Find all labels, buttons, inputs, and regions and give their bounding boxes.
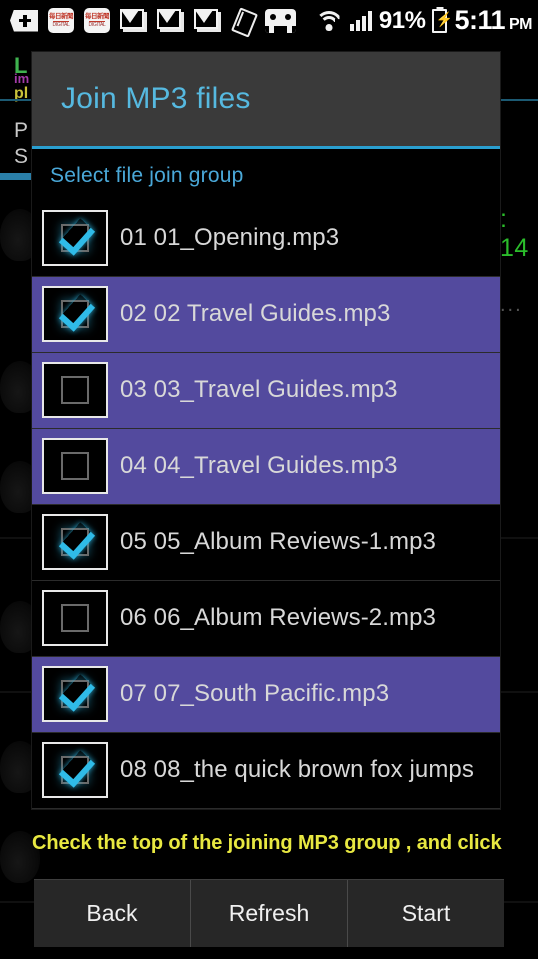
dialog-subtitle: Select file join group xyxy=(50,164,244,187)
checkmark-icon xyxy=(61,680,89,708)
checkmark-icon xyxy=(61,300,89,328)
file-name-label: 01 01_Opening.mp3 xyxy=(120,224,340,251)
bg-duration-label: : 14 xyxy=(500,205,529,262)
row-separator xyxy=(32,504,500,505)
phone-screen: 毎日新聞 DIGITAL 毎日新聞 DIGITAL 91% 5:11 PM L … xyxy=(0,0,538,959)
bg-label-p: P xyxy=(14,119,29,142)
file-checkbox[interactable] xyxy=(42,438,108,494)
row-separator xyxy=(32,580,500,581)
status-bar: 毎日新聞 DIGITAL 毎日新聞 DIGITAL 91% 5:11 PM xyxy=(0,0,538,41)
cellular-signal-icon xyxy=(349,10,372,31)
robot-face-icon xyxy=(265,8,296,33)
file-name-label: 03 03_Travel Guides.mp3 xyxy=(120,376,398,403)
file-list-item[interactable]: 02 02 Travel Guides.mp3 xyxy=(32,276,500,352)
start-button[interactable]: Start xyxy=(347,880,504,947)
file-list-item[interactable] xyxy=(32,808,500,809)
file-list[interactable]: 01 01_Opening.mp3 02 02 Travel Guides.mp3… xyxy=(32,200,500,809)
gmail-icon xyxy=(194,9,221,32)
news-icon-line2: DIGITAL xyxy=(52,21,70,28)
row-separator xyxy=(32,428,500,429)
row-separator xyxy=(32,352,500,353)
battery-charging-icon xyxy=(432,8,448,33)
file-name-label: 02 02 Travel Guides.mp3 xyxy=(120,300,391,327)
status-bar-clock: 5:11 PM xyxy=(454,5,532,36)
dialog-title: Join MP3 files xyxy=(61,82,251,115)
battery-percent-label: 91% xyxy=(378,6,426,34)
status-bar-system-icons: 91% 5:11 PM xyxy=(315,5,533,36)
status-bar-notification-icons: 毎日新聞 DIGITAL 毎日新聞 DIGITAL xyxy=(10,8,316,34)
file-checkbox[interactable] xyxy=(42,286,108,342)
checkmark-icon xyxy=(61,528,89,556)
plus-badge-icon xyxy=(10,9,38,32)
checkmark-icon xyxy=(61,756,89,784)
gmail-icon xyxy=(157,9,184,32)
file-checkbox[interactable] xyxy=(42,590,108,646)
file-name-label: 05 05_Album Reviews-1.mp3 xyxy=(120,528,436,555)
bg-overflow-dots: ... xyxy=(500,294,523,316)
news-app-icon: 毎日新聞 DIGITAL xyxy=(48,8,74,33)
file-list-item[interactable]: 01 01_Opening.mp3 xyxy=(32,200,500,276)
dialog-button-bar: Back Refresh Start xyxy=(34,879,504,947)
wifi-icon xyxy=(315,10,343,31)
refresh-button[interactable]: Refresh xyxy=(190,880,347,947)
checkmark-icon xyxy=(61,224,89,252)
news-icon-line2: DIGITAL xyxy=(88,21,106,28)
file-name-label: 04 04_Travel Guides.mp3 xyxy=(120,452,398,479)
file-list-item[interactable]: 05 05_Album Reviews-1.mp3 xyxy=(32,504,500,580)
card-tilt-icon xyxy=(231,8,255,34)
row-separator xyxy=(32,808,500,809)
file-name-label: 08 08_the quick brown fox jumps xyxy=(120,756,474,783)
file-checkbox[interactable] xyxy=(42,742,108,798)
row-separator xyxy=(32,732,500,733)
screen-bottom-strip xyxy=(0,947,538,959)
row-separator xyxy=(32,656,500,657)
file-checkbox[interactable] xyxy=(42,210,108,266)
file-name-label: 06 06_Album Reviews-2.mp3 xyxy=(120,604,436,631)
file-list-item[interactable]: 07 07_South Pacific.mp3 xyxy=(32,656,500,732)
join-mp3-dialog: Join MP3 files Select file join group 01… xyxy=(32,52,500,809)
empty-checkbox-icon xyxy=(61,376,89,404)
file-checkbox[interactable] xyxy=(42,514,108,570)
news-icon-line1: 毎日新聞 xyxy=(85,12,110,20)
file-list-item[interactable]: 08 08_the quick brown fox jumps xyxy=(32,732,500,808)
file-name-label: 07 07_South Pacific.mp3 xyxy=(120,680,390,707)
row-separator xyxy=(32,276,500,277)
file-list-item[interactable]: 06 06_Album Reviews-2.mp3 xyxy=(32,580,500,656)
back-button[interactable]: Back xyxy=(34,880,190,947)
file-list-item[interactable]: 03 03_Travel Guides.mp3 xyxy=(32,352,500,428)
file-checkbox[interactable] xyxy=(42,362,108,418)
news-icon-line1: 毎日新聞 xyxy=(49,12,74,20)
dialog-header: Join MP3 files xyxy=(32,52,500,146)
file-checkbox[interactable] xyxy=(42,666,108,722)
gmail-icon xyxy=(120,9,147,32)
bg-app-title-2: im xyxy=(14,71,30,86)
bg-label-s: S xyxy=(14,145,29,168)
hint-text: Check the top of the joining MP3 group ,… xyxy=(32,832,502,854)
empty-checkbox-icon xyxy=(61,604,89,632)
news-app-icon: 毎日新聞 DIGITAL xyxy=(84,8,110,33)
clock-time: 5:11 xyxy=(454,5,505,35)
clock-ampm: PM xyxy=(509,16,533,33)
empty-checkbox-icon xyxy=(61,452,89,480)
file-list-item[interactable]: 04 04_Travel Guides.mp3 xyxy=(32,428,500,504)
